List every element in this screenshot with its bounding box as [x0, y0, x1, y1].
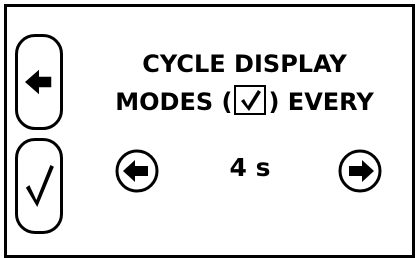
back-button[interactable]: [15, 34, 63, 130]
circle-arrow-left-icon: [115, 149, 159, 193]
arrow-left-icon: [25, 69, 52, 95]
checkbox-checked-icon: [241, 90, 262, 111]
screen-frame: [4, 4, 415, 258]
circle-arrow-right-icon: [338, 149, 382, 193]
title-line-2-suffix: ) EVERY: [268, 88, 374, 116]
page-title: CYCLE DISPLAY MODES ( ) EVERY: [92, 45, 397, 121]
mode-checkbox[interactable]: [234, 85, 267, 115]
interval-value: 4 s: [229, 153, 271, 182]
confirm-button[interactable]: [15, 138, 63, 234]
title-line-2-prefix: MODES (: [115, 88, 233, 116]
title-line-2: MODES ( ) EVERY: [92, 83, 397, 121]
checkmark-icon: [25, 165, 54, 207]
title-line-1: CYCLE DISPLAY: [142, 50, 347, 78]
increase-interval-button[interactable]: [336, 147, 384, 195]
decrease-interval-button[interactable]: [113, 147, 161, 195]
